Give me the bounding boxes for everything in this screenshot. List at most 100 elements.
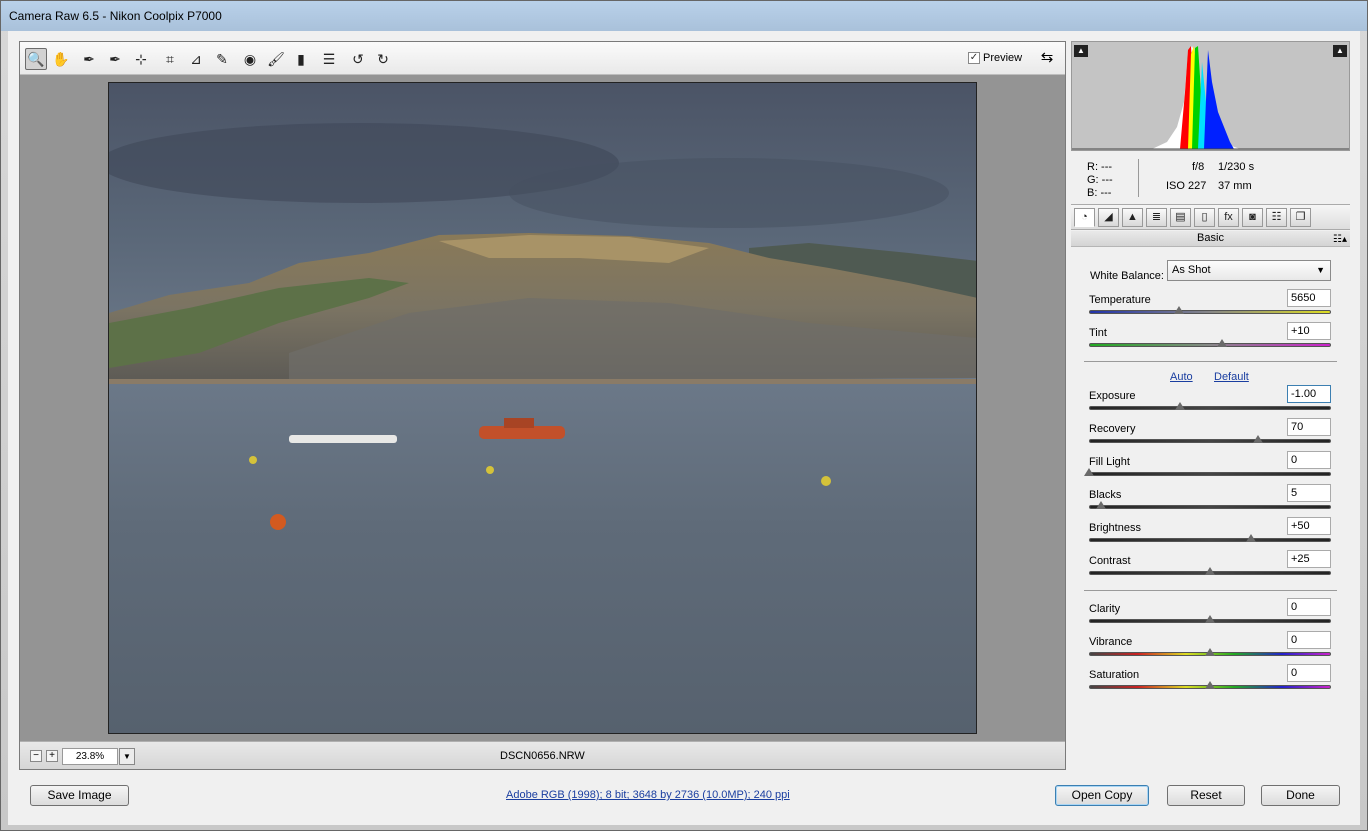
toolbar: ✓ Preview ⇆ 🔍 ✋ ✒ ✒ ⊹ ⌗ ⊿ ✎ ◉ 🖌 ▮ ☰ ↺ ↻ xyxy=(20,42,1065,75)
lens-corrections-tab-icon[interactable]: ▯ xyxy=(1194,208,1215,227)
done-button[interactable]: Done xyxy=(1261,785,1340,806)
slider-value-field[interactable]: 5 xyxy=(1287,484,1331,502)
camera-info: R: --- G: --- B: --- f/8 1/230 s ISO 227… xyxy=(1071,153,1350,205)
status-bar: − + 23.8% ▼ DSCN0656.NRW xyxy=(20,741,1065,769)
dialog-client: ✓ Preview ⇆ 🔍✋✒✒⊹⌗⊿✎◉🖌▮☰↺↻ xyxy=(8,31,1360,825)
panel-menu-icon[interactable]: ☷▴ xyxy=(1333,232,1347,247)
slider-thumb[interactable] xyxy=(1205,615,1215,623)
zoom-icon[interactable]: 🔍 xyxy=(25,48,47,70)
fullscreen-toggle-icon[interactable]: ⇆ xyxy=(1037,48,1057,68)
panel-header: Basic ☷▴ xyxy=(1071,231,1350,247)
title-bar: Camera Raw 6.5 - Nikon Coolpix P7000 xyxy=(1,1,1367,31)
rgb-blue-readout: B: --- xyxy=(1087,187,1112,199)
panel-title: Basic xyxy=(1197,232,1224,244)
red-eye-icon[interactable]: ◉ xyxy=(239,48,261,70)
image-preview[interactable] xyxy=(108,82,977,734)
histogram: ▲ ▲ xyxy=(1071,41,1350,151)
rgb-red-readout: R: --- xyxy=(1087,161,1113,173)
slider-value-field[interactable]: 0 xyxy=(1287,451,1331,469)
default-link[interactable]: Default xyxy=(1214,371,1249,383)
slider-thumb[interactable] xyxy=(1253,435,1264,443)
white-balance-value: As Shot xyxy=(1172,264,1211,276)
workflow-options-link[interactable]: Adobe RGB (1998); 8 bit; 3648 by 2736 (1… xyxy=(506,789,790,801)
save-image-button[interactable]: Save Image xyxy=(30,785,129,806)
effects-tab-icon[interactable]: fx xyxy=(1218,208,1239,227)
slider-track[interactable] xyxy=(1089,538,1331,542)
split-toning-tab-icon[interactable]: ▤ xyxy=(1170,208,1191,227)
separator xyxy=(1084,361,1337,362)
slider-track[interactable] xyxy=(1089,343,1331,347)
zoom-in-button[interactable]: + xyxy=(46,750,58,762)
slider-label: Exposure xyxy=(1089,390,1136,402)
white-balance-select[interactable]: As Shot ▼ xyxy=(1167,260,1331,281)
slider-label: Vibrance xyxy=(1089,636,1133,648)
hsl-tab-icon[interactable]: ≣ xyxy=(1146,208,1167,227)
preferences-icon[interactable]: ☰ xyxy=(318,48,340,70)
window-title: Camera Raw 6.5 - Nikon Coolpix P7000 xyxy=(9,9,222,23)
iso-value: ISO 227 xyxy=(1166,180,1207,192)
preview-toggle[interactable]: ✓ Preview xyxy=(968,52,1022,64)
slider-thumb[interactable] xyxy=(1173,306,1184,314)
hand-icon[interactable]: ✋ xyxy=(50,48,72,70)
reset-button[interactable]: Reset xyxy=(1167,785,1245,806)
slider-label: Temperature xyxy=(1089,294,1151,306)
targeted-adjustment-icon[interactable]: ⊹ xyxy=(130,48,152,70)
slider-value-field[interactable]: 0 xyxy=(1287,631,1331,649)
slider-label: Brightness xyxy=(1089,522,1141,534)
photo-canvas xyxy=(109,83,976,733)
slider-thumb[interactable] xyxy=(1205,681,1215,689)
slider-thumb[interactable] xyxy=(1246,534,1257,542)
white-balance-label: White Balance: xyxy=(1090,270,1164,282)
zoom-level-field[interactable]: 23.8% xyxy=(62,748,118,765)
slider-value-field[interactable]: 5650 xyxy=(1287,289,1331,307)
slider-thumb[interactable] xyxy=(1096,501,1107,509)
preview-checkbox[interactable]: ✓ xyxy=(968,52,980,64)
auto-link[interactable]: Auto xyxy=(1170,371,1193,383)
slider-value-field[interactable]: +10 xyxy=(1287,322,1331,340)
rotate-right-icon[interactable]: ↻ xyxy=(372,48,394,70)
slider-thumb[interactable] xyxy=(1205,648,1215,656)
slider-value-field[interactable]: 0 xyxy=(1287,598,1331,616)
presets-tab-icon[interactable]: ☷ xyxy=(1266,208,1287,227)
slider-thumb[interactable] xyxy=(1217,339,1228,347)
open-copy-button[interactable]: Open Copy xyxy=(1055,785,1149,806)
slider-thumb[interactable] xyxy=(1174,402,1185,410)
straighten-icon[interactable]: ⊿ xyxy=(185,48,207,70)
basic-tab-icon[interactable]: ◔ xyxy=(1074,208,1095,227)
graduated-filter-icon[interactable]: ▮ xyxy=(290,48,312,70)
slider-value-field[interactable]: 0 xyxy=(1287,664,1331,682)
zoom-out-button[interactable]: − xyxy=(30,750,42,762)
slider-thumb[interactable] xyxy=(1205,567,1215,575)
zoom-dropdown-icon[interactable]: ▼ xyxy=(119,748,135,765)
spot-removal-icon[interactable]: ✎ xyxy=(211,48,233,70)
bottom-bar: Save Image Adobe RGB (1998); 8 bit; 3648… xyxy=(8,775,1360,825)
adjustments-panel: ▲ ▲ R: --- G: --- B: --- f/8 1/230 s ISO… xyxy=(1071,41,1350,770)
slider-thumb[interactable] xyxy=(1084,468,1094,476)
camera-calibration-tab-icon[interactable]: ◙ xyxy=(1242,208,1263,227)
tone-curve-tab-icon[interactable]: ◢ xyxy=(1098,208,1119,227)
slider-label: Fill Light xyxy=(1089,456,1130,468)
white-balance-icon[interactable]: ✒ xyxy=(78,48,100,70)
slider-value-field[interactable]: +25 xyxy=(1287,550,1331,568)
detail-tab-icon[interactable]: ▲ xyxy=(1122,208,1143,227)
slider-track[interactable] xyxy=(1089,406,1331,410)
color-sampler-icon[interactable]: ✒ xyxy=(104,48,126,70)
histogram-graph xyxy=(1072,46,1349,150)
slider-track[interactable] xyxy=(1089,472,1331,476)
slider-label: Saturation xyxy=(1089,669,1140,681)
crop-icon[interactable]: ⌗ xyxy=(159,48,181,70)
snapshots-tab-icon[interactable]: ❐ xyxy=(1290,208,1311,227)
preview-panel: ✓ Preview ⇆ 🔍✋✒✒⊹⌗⊿✎◉🖌▮☰↺↻ xyxy=(19,41,1066,770)
info-divider xyxy=(1138,159,1139,197)
adjustment-brush-icon[interactable]: 🖌 xyxy=(265,48,287,70)
shutter-value: 1/230 s xyxy=(1218,161,1255,173)
slider-value-field[interactable]: -1.00 xyxy=(1287,385,1331,403)
slider-value-field[interactable]: 70 xyxy=(1287,418,1331,436)
slider-value-field[interactable]: +50 xyxy=(1287,517,1331,535)
slider-label: Contrast xyxy=(1089,555,1131,567)
slider-track[interactable] xyxy=(1089,310,1331,314)
slider-track[interactable] xyxy=(1089,505,1331,509)
camera-raw-window: Camera Raw 6.5 - Nikon Coolpix P7000 ✓ P… xyxy=(0,0,1368,831)
slider-track[interactable] xyxy=(1089,439,1331,443)
rotate-left-icon[interactable]: ↺ xyxy=(347,48,369,70)
